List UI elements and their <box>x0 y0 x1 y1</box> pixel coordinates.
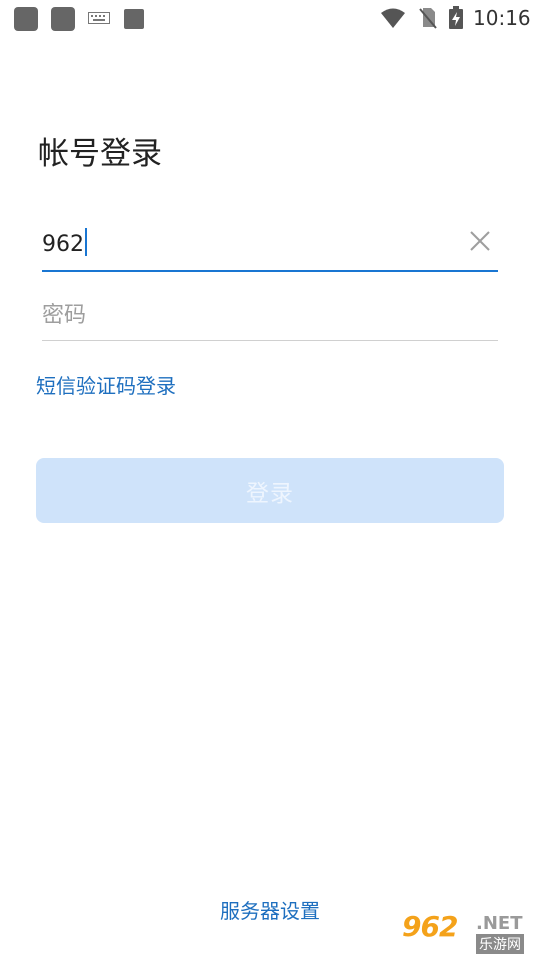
login-button[interactable]: 登录 <box>36 458 504 523</box>
no-sim-icon <box>419 8 437 29</box>
clock-time: 10:16 <box>473 6 531 30</box>
app-notification-icon <box>124 9 144 29</box>
watermark-site-name: 乐游网 <box>476 934 524 954</box>
watermark-domain: .NET <box>476 913 523 934</box>
account-field[interactable]: 962 <box>42 220 498 272</box>
app-notification-icon <box>14 7 38 31</box>
page-title: 帐号登录 <box>38 136 162 172</box>
battery-charging-icon <box>449 6 463 29</box>
status-bar: 10:16 <box>0 0 540 36</box>
wifi-icon <box>381 8 405 28</box>
keyboard-icon <box>88 12 110 24</box>
app-notification-icon <box>51 7 75 31</box>
account-value: 962 <box>42 232 84 257</box>
site-watermark: 962 .NET 乐游网 <box>402 910 536 958</box>
password-field[interactable] <box>42 292 498 341</box>
close-icon[interactable] <box>468 229 492 253</box>
sms-code-login-link[interactable]: 短信验证码登录 <box>36 370 176 399</box>
account-input[interactable]: 962 <box>42 228 87 257</box>
text-cursor <box>85 228 87 256</box>
watermark-number: 962 <box>402 910 458 943</box>
server-settings-link[interactable]: 服务器设置 <box>220 899 320 923</box>
password-input[interactable] <box>42 298 462 332</box>
